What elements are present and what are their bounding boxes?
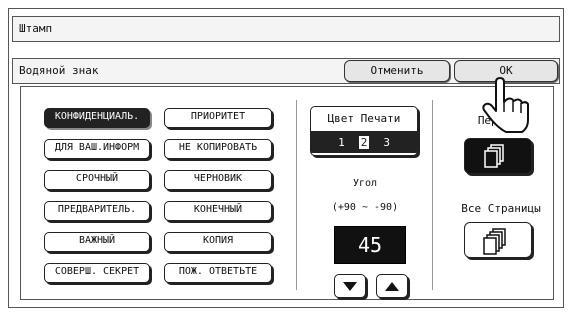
column-divider [432, 100, 433, 290]
stamp-important-button[interactable]: ВАЖНЫЙ [44, 232, 150, 252]
stamp-please-reply-button[interactable]: ПОЖ. ОТВЕТЬТЕ [164, 263, 272, 283]
first-page-button[interactable] [464, 138, 532, 174]
all-pages-button[interactable] [464, 222, 532, 258]
print-color-values: 1 2 3 [311, 131, 417, 153]
stamp-confidential-button[interactable]: КОНФИДЕНЦИАЛЬ. [44, 108, 150, 128]
hand-pointer-icon [482, 77, 529, 133]
stamp-top-secret-button[interactable]: СОВЕРШ. СЕКРЕТ [44, 263, 150, 283]
stamp-for-your-info-button[interactable]: ДЛЯ ВАШ.ИНФОРМ [44, 139, 150, 159]
stamp-preliminary-button[interactable]: ПРЕДВАРИТЕЛЬ. [44, 201, 150, 221]
stamp-final-button[interactable]: КОНЕЧНЫЙ [164, 201, 272, 221]
print-color-button[interactable]: Цвет Печати 1 2 3 [310, 106, 418, 156]
subtitle-text: Водяной знак [19, 64, 99, 77]
stamp-copy-button[interactable]: КОПИЯ [164, 232, 272, 252]
stamp-draft-button[interactable]: ЧЕРНОВИК [164, 170, 272, 190]
angle-decrease-button[interactable] [334, 274, 366, 298]
title-text: Штамп [19, 22, 53, 35]
angle-label: Угол [352, 178, 378, 189]
pages-stack-icon [484, 144, 504, 168]
print-color-value-1: 1 [338, 135, 345, 149]
angle-value-display: 45 [334, 226, 406, 264]
title-bar: Штамп [12, 16, 560, 42]
stamp-do-not-copy-button[interactable]: НЕ КОПИРОВАТЬ [164, 139, 272, 159]
column-divider [296, 100, 297, 290]
triangle-up-icon [385, 282, 399, 291]
stamp-priority-button[interactable]: ПРИОРИТЕТ [164, 108, 272, 128]
stamp-urgent-button[interactable]: СРОЧНЫЙ [44, 170, 150, 190]
triangle-down-icon [343, 282, 357, 291]
cancel-button[interactable]: Отменить [344, 60, 450, 82]
all-pages-label: Все Страницы [461, 202, 541, 215]
angle-range-label: (+90 ~ -90) [331, 202, 399, 213]
angle-increase-button[interactable] [376, 274, 408, 298]
print-color-title: Цвет Печати [327, 112, 401, 125]
pages-stack-icon [483, 228, 506, 255]
print-color-value-2: 2 [358, 135, 370, 149]
print-color-value-3: 3 [383, 135, 390, 149]
